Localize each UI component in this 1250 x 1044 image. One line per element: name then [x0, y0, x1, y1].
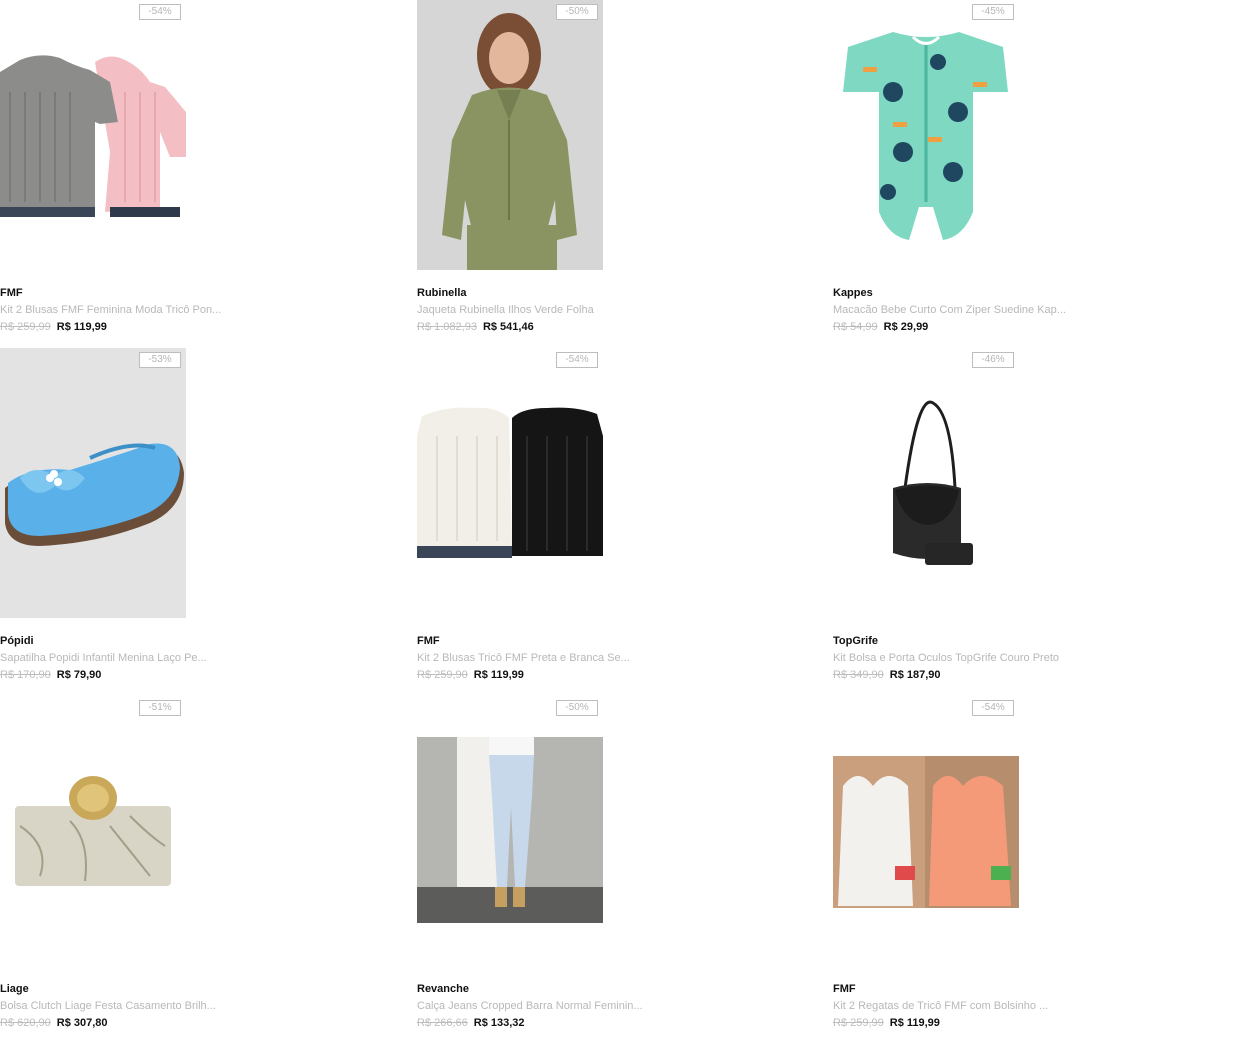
blue-girls-shoe-image: [0, 348, 186, 618]
product-name[interactable]: Calça Jeans Cropped Barra Normal Feminin…: [417, 1000, 643, 1012]
current-price: R$ 307,80: [56, 1017, 108, 1029]
product-name[interactable]: Bolsa Clutch Liage Festa Casamento Brilh…: [0, 1000, 216, 1012]
old-price: R$ 349,90: [833, 669, 884, 681]
discount-badge: -54%: [556, 352, 598, 368]
product-image[interactable]: [833, 696, 1019, 966]
product-image[interactable]: [0, 0, 186, 270]
product-brand[interactable]: FMF: [833, 983, 856, 995]
product-card[interactable]: -50% Rubinella Jaqueta Rubinella Ilhos V…: [417, 0, 834, 348]
product-card[interactable]: -54% FMF Kit 2 Blusas Tricô FMF Preta e …: [417, 348, 834, 696]
product-image[interactable]: [417, 0, 603, 270]
product-brand[interactable]: TopGrife: [833, 635, 878, 647]
baby-romper-image: [833, 22, 1019, 247]
product-card[interactable]: -45% Kappes Macacão Bebe Curto Com Ziper…: [833, 0, 1250, 348]
product-name[interactable]: Kit 2 Blusas Tricô FMF Preta e Branca Se…: [417, 652, 630, 664]
product-brand[interactable]: FMF: [417, 635, 440, 647]
black-leather-bag-image: [833, 393, 1019, 573]
product-image[interactable]: [417, 696, 603, 966]
product-brand[interactable]: Revanche: [417, 983, 469, 995]
old-price: R$ 170,90: [0, 669, 51, 681]
price-row: R$ 259,99 R$ 119,99: [0, 321, 107, 333]
discount-badge: -50%: [556, 700, 598, 716]
product-name[interactable]: Macacão Bebe Curto Com Ziper Suedine Kap…: [833, 304, 1066, 316]
product-name[interactable]: Sapatilha Popidi Infantil Menina Laço Pe…: [0, 652, 207, 664]
price-row: R$ 259,99 R$ 119,99: [833, 1017, 940, 1029]
product-brand[interactable]: FMF: [0, 287, 23, 299]
product-name[interactable]: Kit 2 Blusas FMF Feminina Moda Tricô Pon…: [0, 304, 221, 316]
discount-badge: -53%: [139, 352, 181, 368]
discount-badge: -51%: [139, 700, 181, 716]
product-card[interactable]: -54% FMF Kit 2 Blusas FMF Feminina Moda …: [0, 0, 417, 348]
current-price: R$ 29,99: [883, 321, 929, 333]
light-jeans-image: [417, 737, 603, 923]
discount-badge: -46%: [972, 352, 1014, 368]
price-row: R$ 620,90 R$ 307,80: [0, 1017, 108, 1029]
product-brand[interactable]: Kappes: [833, 287, 873, 299]
white-black-knit-tops-image: [417, 406, 603, 558]
price-row: R$ 170,90 R$ 79,90: [0, 669, 101, 681]
price-row: R$ 266,66 R$ 133,32: [417, 1017, 525, 1029]
current-price: R$ 119,99: [473, 669, 524, 681]
price-row: R$ 54,99 R$ 29,99: [833, 321, 928, 333]
product-card[interactable]: -54% FMF Kit 2 Regatas de Tricô FMF com …: [833, 696, 1250, 1044]
discount-badge: -54%: [972, 700, 1014, 716]
product-name[interactable]: Kit Bolsa e Porta Oculos TopGrife Couro …: [833, 652, 1059, 664]
product-image[interactable]: [0, 348, 186, 618]
discount-badge: -50%: [556, 4, 598, 20]
current-price: R$ 119,99: [56, 321, 107, 333]
white-coral-tank-tops-image: [833, 756, 1019, 908]
product-name[interactable]: Jaqueta Rubinella Ilhos Verde Folha: [417, 304, 594, 316]
product-brand[interactable]: Rubinella: [417, 287, 467, 299]
two-cable-knit-sweaters-image: [0, 52, 186, 217]
green-jacket-model-image: [417, 0, 603, 270]
product-name[interactable]: Kit 2 Regatas de Tricô FMF com Bolsinho …: [833, 1000, 1048, 1012]
old-price: R$ 1.082,93: [417, 321, 477, 333]
old-price: R$ 259,90: [417, 669, 468, 681]
price-row: R$ 349,90 R$ 187,90: [833, 669, 941, 681]
old-price: R$ 259,99: [833, 1017, 884, 1029]
product-image[interactable]: [833, 0, 1019, 270]
price-row: R$ 259,90 R$ 119,99: [417, 669, 524, 681]
old-price: R$ 620,90: [0, 1017, 51, 1029]
current-price: R$ 187,90: [889, 669, 941, 681]
current-price: R$ 133,32: [473, 1017, 525, 1029]
product-card[interactable]: -53% Pópidi Sapatilha Popidi Infantil Me…: [0, 348, 417, 696]
product-card[interactable]: -46% TopGrife Kit Bolsa e Porta Oculos T…: [833, 348, 1250, 696]
discount-badge: -54%: [139, 4, 181, 20]
marble-clutch-image: [0, 766, 186, 896]
current-price: R$ 119,99: [889, 1017, 940, 1029]
product-card[interactable]: -50% Revanche Calça Jeans Cropped Barra …: [417, 696, 834, 1044]
product-image[interactable]: [833, 348, 1019, 618]
product-image[interactable]: [417, 348, 603, 618]
product-brand[interactable]: Pópidi: [0, 635, 34, 647]
old-price: R$ 54,99: [833, 321, 878, 333]
product-brand[interactable]: Liage: [0, 983, 29, 995]
discount-badge: -45%: [972, 4, 1014, 20]
old-price: R$ 259,99: [0, 321, 51, 333]
current-price: R$ 541,46: [482, 321, 534, 333]
product-card[interactable]: -51% Liage Bolsa Clutch Liage Festa Casa…: [0, 696, 417, 1044]
price-row: R$ 1.082,93 R$ 541,46: [417, 321, 534, 333]
current-price: R$ 79,90: [56, 669, 102, 681]
product-image[interactable]: [0, 696, 186, 966]
old-price: R$ 266,66: [417, 1017, 468, 1029]
